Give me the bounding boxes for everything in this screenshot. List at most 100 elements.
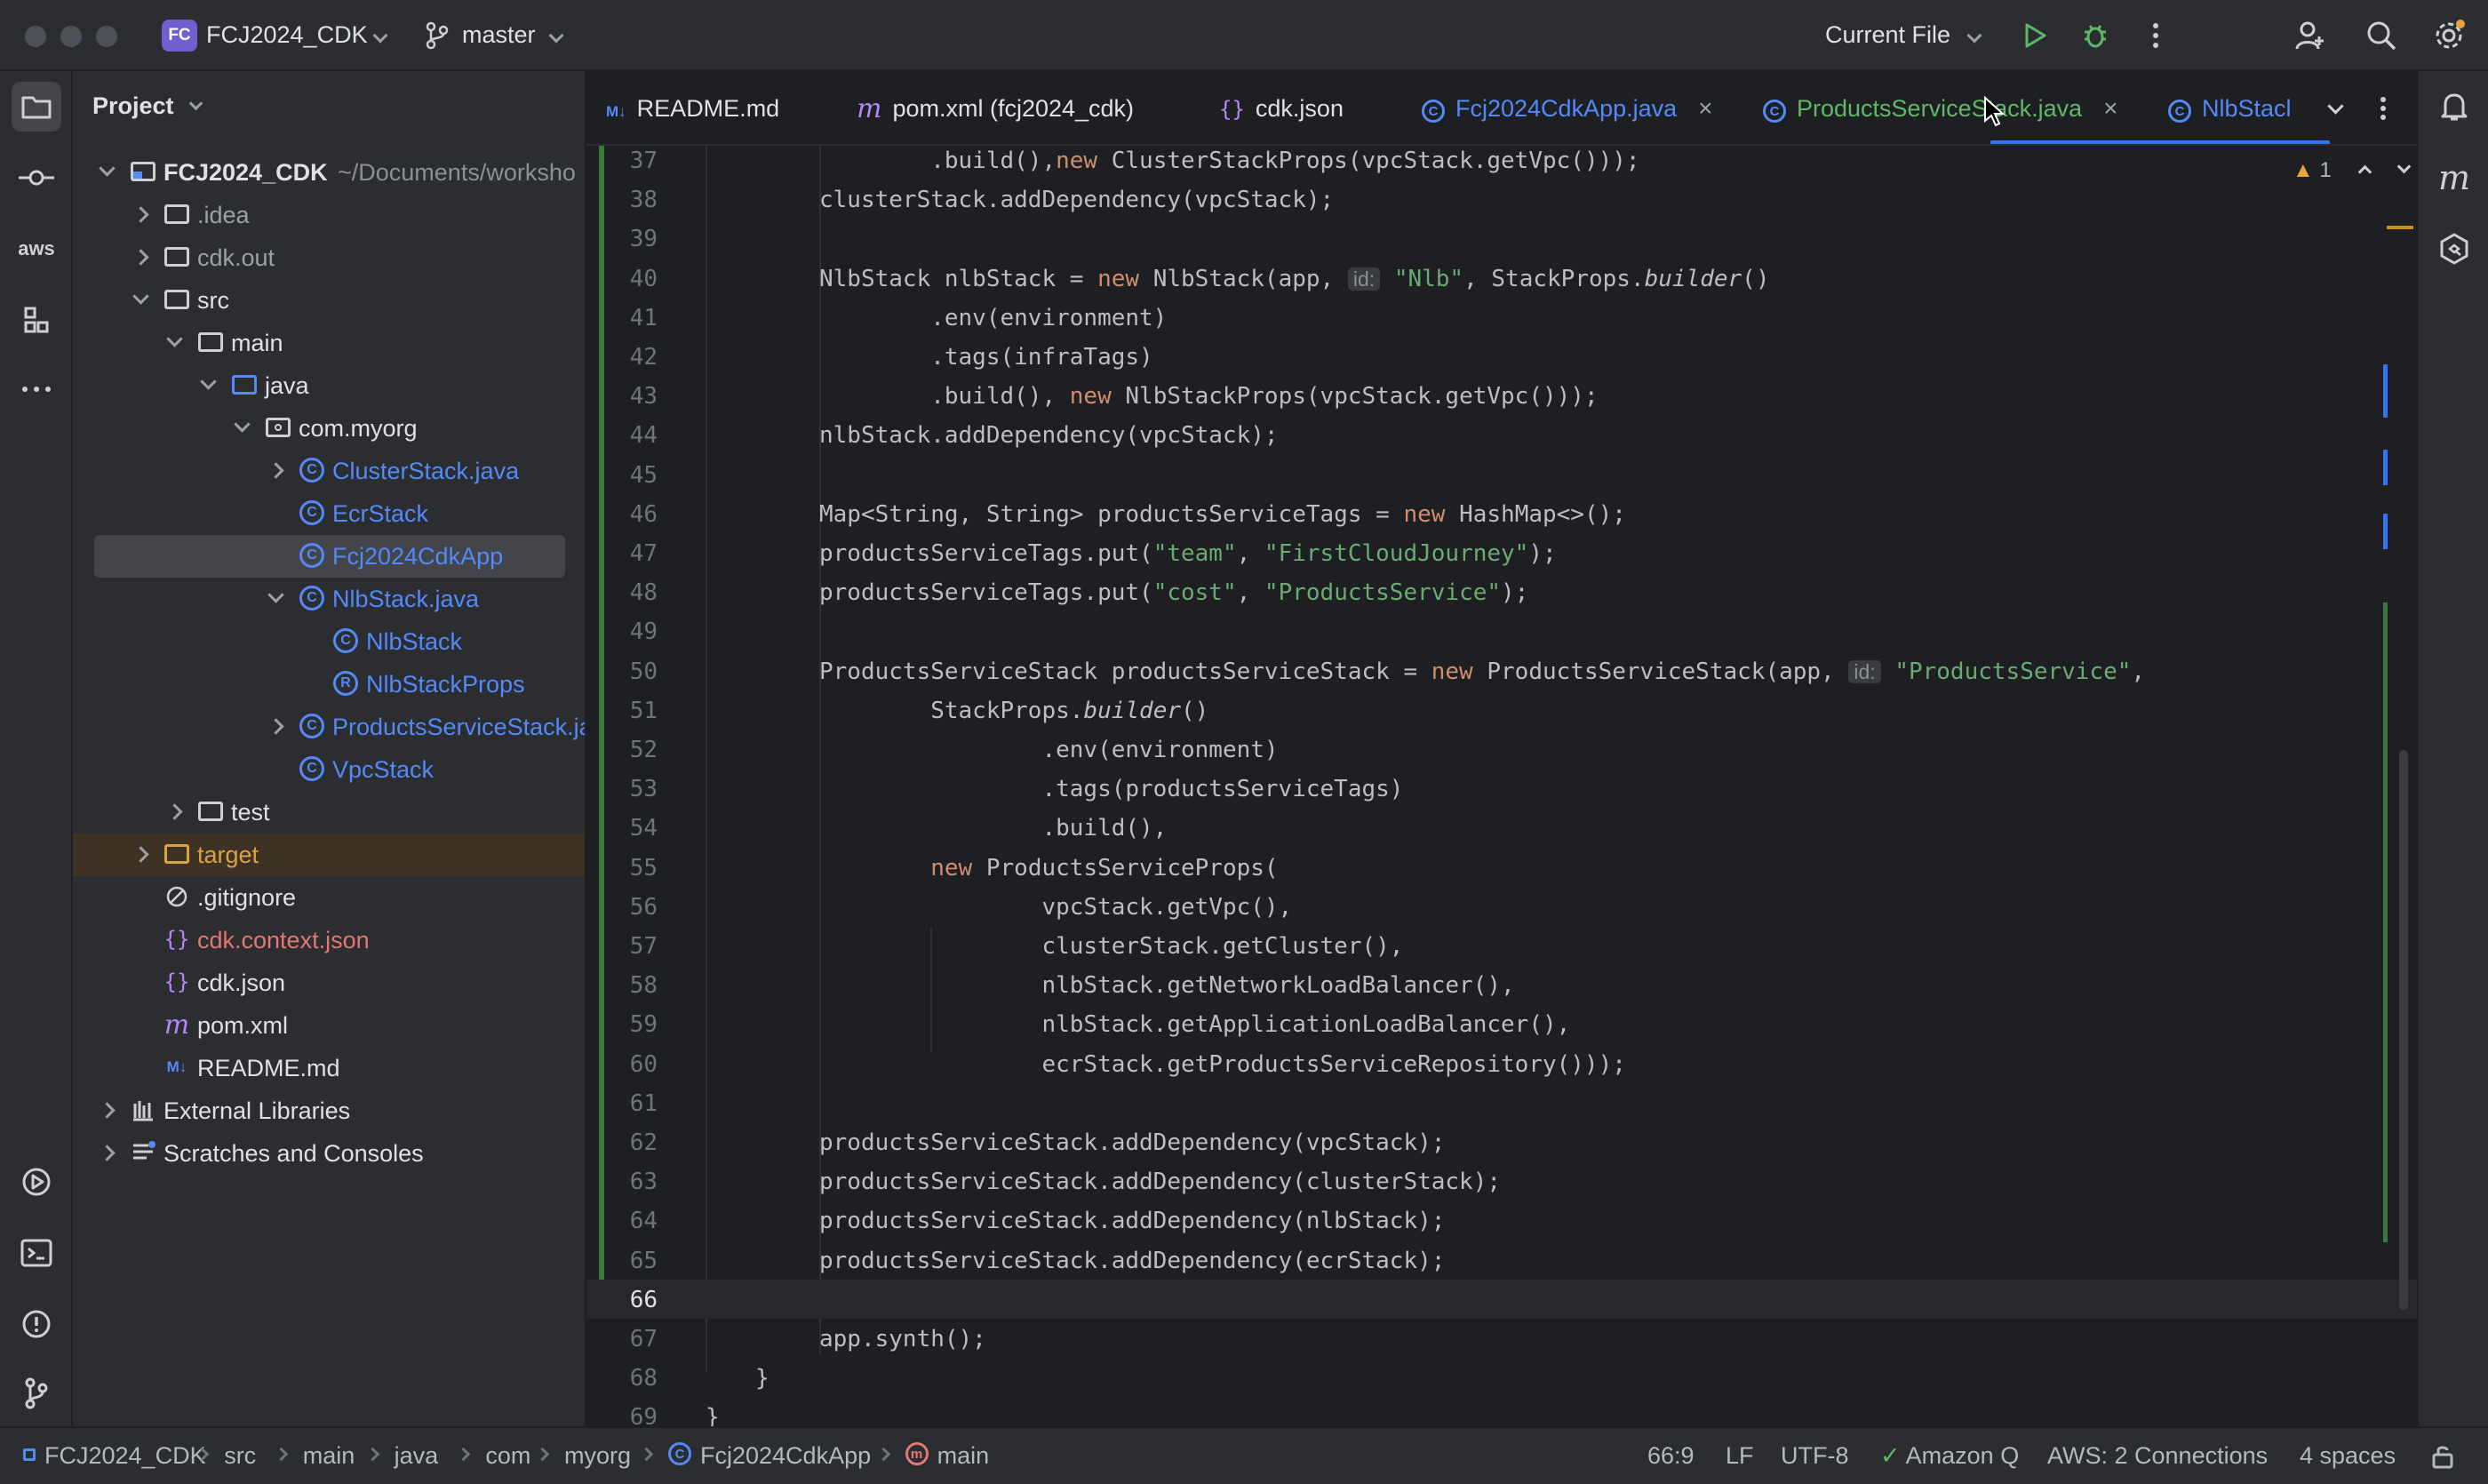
aws-connections-status[interactable]: AWS: 2 Connections — [2047, 1442, 2268, 1470]
code-line[interactable]: 45 — [586, 455, 2417, 494]
editor-tab[interactable]: m pom.xml (fcj2024_cdk) — [857, 71, 1134, 144]
code-line[interactable]: 69} — [586, 1397, 2417, 1426]
scrollbar-thumb[interactable] — [2399, 750, 2408, 1310]
code-line[interactable]: 58 nlbStack.getNetworkLoadBalancer(), — [586, 965, 2417, 1004]
chevron-right-icon[interactable] — [132, 249, 149, 266]
tree-item[interactable]: C NlbStack — [73, 620, 585, 663]
code-line[interactable]: 52 .env(environment) — [586, 730, 2417, 769]
tree-item[interactable]: External Libraries — [73, 1089, 585, 1132]
breadcrumb-item[interactable]: java — [395, 1442, 439, 1470]
tree-item[interactable]: java — [73, 364, 585, 407]
notifications-bell-icon[interactable] — [2429, 82, 2479, 132]
chevron-down-icon[interactable] — [234, 416, 251, 433]
editor-tab[interactable]: M↓ README.md — [606, 71, 779, 144]
code-line[interactable]: 46 Map<String, String> productsServiceTag… — [586, 494, 2417, 533]
code-line[interactable]: 63 productsServiceStack.addDependency(clu… — [586, 1161, 2417, 1201]
tree-item[interactable]: R NlbStackProps — [73, 663, 585, 706]
code-line[interactable]: 50 ProductsServiceStack productsServiceSt… — [586, 651, 2417, 690]
caret-position[interactable]: 66:9 — [1647, 1442, 1695, 1470]
run-configuration-selector[interactable]: Current File — [1825, 21, 1950, 49]
tree-item[interactable]: src — [73, 279, 585, 322]
code-line[interactable]: 44 nlbStack.addDependency(vpcStack); — [586, 415, 2417, 454]
tab-list-chevron-icon[interactable] — [2316, 89, 2355, 128]
editor-tab[interactable]: C NlbStacl — [2168, 71, 2292, 144]
chevron-right-icon[interactable] — [99, 1145, 116, 1161]
previous-highlight-icon[interactable] — [2358, 164, 2372, 180]
code-line[interactable]: 37 .build(),new ClusterStackProps(vpcSta… — [586, 146, 2417, 180]
code-editor[interactable]: 37 .build(),new ClusterStackProps(vpcSta… — [586, 146, 2417, 1426]
commit-tool-icon[interactable] — [12, 153, 61, 203]
settings-gear-icon[interactable] — [2429, 16, 2468, 55]
chevron-right-icon[interactable] — [132, 206, 149, 223]
code-line[interactable]: 53 .tags(productsServiceTags) — [586, 769, 2417, 808]
project-badge[interactable]: FC — [162, 20, 197, 52]
tree-item[interactable]: C ClusterStack.java — [73, 450, 585, 492]
git-tool-icon[interactable] — [12, 1368, 61, 1418]
zoom-window-button[interactable] — [96, 26, 117, 47]
debug-icon[interactable] — [2076, 16, 2115, 55]
tree-item[interactable]: target — [73, 834, 585, 876]
problems-tool-icon[interactable] — [12, 1299, 61, 1349]
code-line[interactable]: 65 productsServiceStack.addDependency(ecr… — [586, 1241, 2417, 1280]
breadcrumb-item[interactable]: Fcj2024CdkApp — [700, 1442, 871, 1470]
tree-item[interactable]: .gitignore — [73, 876, 585, 919]
tree-item[interactable]: {} cdk.json — [73, 961, 585, 1004]
breadcrumb-item[interactable]: src — [224, 1442, 256, 1470]
chevron-right-icon[interactable] — [99, 1102, 116, 1119]
close-window-button[interactable] — [25, 26, 46, 47]
tab-more-actions-icon[interactable] — [2364, 89, 2403, 128]
editor-tab[interactable]: {} cdk.json — [1219, 71, 1344, 144]
terminal-tool-icon[interactable] — [12, 1228, 61, 1278]
breadcrumb-item[interactable]: com — [485, 1442, 530, 1470]
code-line[interactable]: 61 — [586, 1083, 2417, 1122]
more-tools-icon[interactable] — [12, 364, 61, 414]
code-line[interactable]: 57 clusterStack.getCluster(), — [586, 926, 2417, 965]
breadcrumb-item[interactable]: main — [303, 1442, 355, 1470]
add-user-icon[interactable] — [2291, 16, 2330, 55]
line-separator[interactable]: LF — [1726, 1442, 1754, 1470]
chevron-down-icon[interactable] — [267, 586, 284, 603]
code-line[interactable]: 51 StackProps.builder() — [586, 690, 2417, 730]
code-line[interactable]: 40 NlbStack nlbStack = new NlbStack(app, … — [586, 259, 2417, 298]
breadcrumb-item[interactable]: FCJ2024_CDK — [44, 1442, 206, 1470]
tree-item[interactable]: com.myorg — [73, 407, 585, 450]
search-icon[interactable] — [2362, 16, 2401, 55]
code-line[interactable]: 39 — [586, 219, 2417, 258]
tree-item[interactable]: C EcrStack — [73, 492, 585, 535]
editor-tab[interactable]: C Fcj2024CdkApp.java × — [1422, 71, 1713, 144]
chevron-right-icon[interactable] — [132, 846, 149, 863]
code-line[interactable]: 38 clusterStack.addDependency(vpcStack); — [586, 180, 2417, 219]
structure-tool-icon[interactable] — [12, 295, 61, 345]
chevron-right-icon[interactable] — [166, 803, 183, 820]
close-tab-icon[interactable]: × — [2103, 94, 2117, 123]
amazon-q-status[interactable]: ✓ Amazon Q — [1880, 1442, 2019, 1470]
code-line[interactable]: 47 productsServiceTags.put("team", "First… — [586, 533, 2417, 572]
code-line[interactable]: 60 ecrStack.getProductsServiceRepository… — [586, 1044, 2417, 1083]
chevron-down-icon[interactable] — [132, 288, 149, 305]
chevron-down-icon[interactable] — [99, 160, 116, 177]
chevron-right-icon[interactable] — [267, 462, 284, 479]
editor-scrollbar[interactable] — [2381, 146, 2417, 1426]
code-line[interactable]: 48 productsServiceTags.put("cost", "Produ… — [586, 572, 2417, 611]
project-panel-title[interactable]: Project — [92, 92, 203, 120]
tree-item[interactable]: m pom.xml — [73, 1004, 585, 1047]
code-line[interactable]: 49 — [586, 611, 2417, 650]
tree-item[interactable]: Scratches and Consoles — [73, 1132, 585, 1175]
code-line[interactable]: 64 productsServiceStack.addDependency(nlb… — [586, 1201, 2417, 1240]
code-line[interactable]: 59 nlbStack.getApplicationLoadBalancer()… — [586, 1004, 2417, 1043]
tree-item[interactable]: FCJ2024_CDK ~/Documents/worksho — [73, 151, 585, 194]
services-tool-icon[interactable] — [12, 1157, 61, 1207]
close-tab-icon[interactable]: × — [1698, 94, 1712, 123]
tree-item[interactable]: M↓ README.md — [73, 1047, 585, 1089]
amazon-q-tool-icon[interactable] — [2429, 224, 2479, 274]
code-line[interactable]: 67 app.synth(); — [586, 1319, 2417, 1358]
project-switcher[interactable]: FCJ2024_CDK — [206, 21, 368, 49]
tree-item[interactable]: .idea — [73, 194, 585, 236]
run-icon[interactable] — [2015, 16, 2054, 55]
minimize-window-button[interactable] — [60, 26, 82, 47]
code-line[interactable]: 43 .build(), new NlbStackProps(vpcStack.… — [586, 376, 2417, 415]
read-only-lock-icon[interactable] — [2431, 1444, 2454, 1475]
chevron-down-icon[interactable] — [200, 373, 217, 390]
tree-item[interactable]: {} cdk.context.json — [73, 919, 585, 961]
breadcrumb-item[interactable]: myorg — [564, 1442, 631, 1470]
